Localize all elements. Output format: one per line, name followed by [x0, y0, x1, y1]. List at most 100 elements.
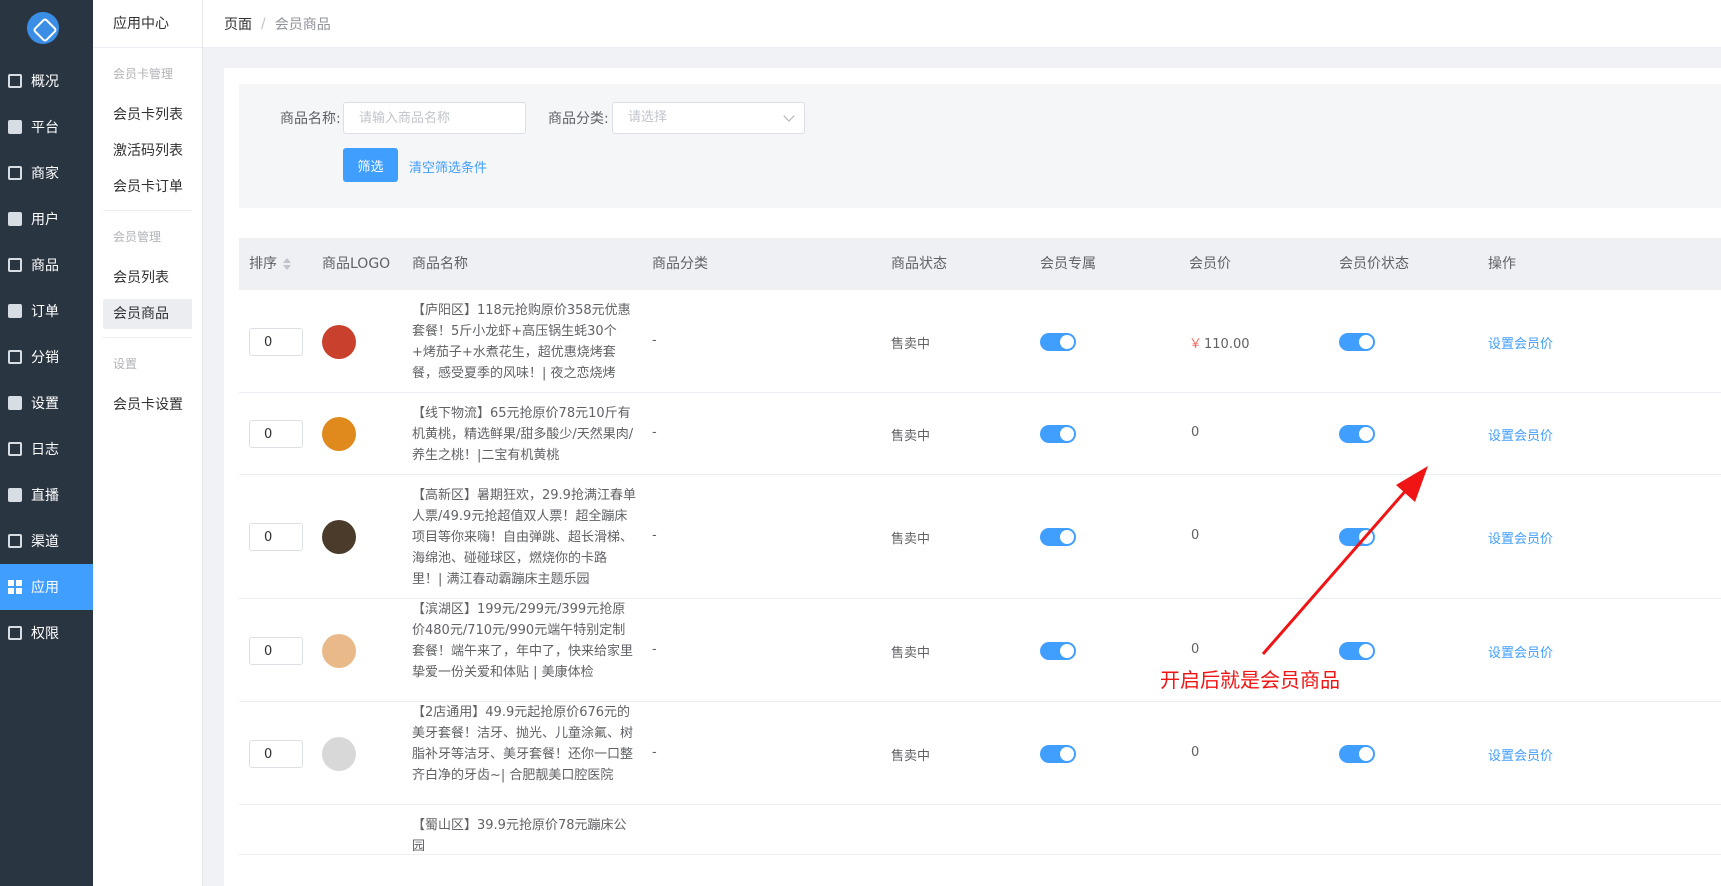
member-only-switch[interactable] [1040, 333, 1076, 351]
sub-nav-item-card-list[interactable]: 会员卡列表 [103, 100, 192, 130]
set-member-price-link[interactable]: 设置会员价 [1488, 425, 1553, 444]
nav-item-store[interactable]: 商家 [0, 150, 93, 196]
product-logo-image [322, 634, 356, 668]
product-logo-image [322, 737, 356, 771]
nav-item-apps[interactable]: 应用 [0, 564, 93, 610]
nav-item-chart[interactable]: 概况 [0, 58, 93, 104]
nav-item-log[interactable]: 日志 [0, 426, 93, 472]
product-category: - [652, 425, 657, 440]
member-price-value: 0 [1191, 528, 1200, 543]
nav-item-label: 订单 [31, 304, 59, 320]
nav-item-user[interactable]: 用户 [0, 196, 93, 242]
gear-icon [8, 396, 22, 410]
member-price-status-switch[interactable] [1339, 745, 1375, 763]
table-header: 排序 商品LOGO 商品名称 商品分类 商品状态 会员专属 会员价 会员价状态 … [239, 238, 1721, 290]
breadcrumb-separator: / [261, 15, 266, 32]
nav-item-label: 应用 [31, 580, 59, 596]
member-price: 0 [1189, 642, 1199, 657]
nav-item-label: 日志 [31, 442, 59, 458]
channel-icon [8, 534, 22, 548]
main-sidebar: 概况平台 商家用户商品订单分销设置日志直播渠道应用权限 [0, 0, 93, 886]
divider [103, 210, 192, 211]
nav-item-label: 用户 [31, 212, 59, 228]
set-member-price-link[interactable]: 设置会员价 [1488, 745, 1553, 764]
product-category: - [652, 745, 657, 760]
sub-nav-item-card-settings[interactable]: 会员卡设置 [103, 390, 192, 420]
group-member-label: 会员管理 [113, 230, 162, 244]
nav-item-order[interactable]: 订单 [0, 288, 93, 334]
nav-item-product[interactable]: 商品 [0, 242, 93, 288]
nav-item-label: 渠道 [31, 534, 59, 550]
nav-item-channel[interactable]: 渠道 [0, 518, 93, 564]
sort-order-input[interactable] [249, 637, 303, 665]
nav-item-distribution[interactable]: 分销 [0, 334, 93, 380]
product-name: 【高新区】暑期狂欢，29.9抢满江春单人票/49.9元抢超值双人票！超全蹦床项目… [412, 487, 636, 587]
set-member-price-link[interactable]: 设置会员价 [1488, 642, 1553, 661]
member-price: ￥ 110.00 [1189, 333, 1250, 352]
nav-item-lock[interactable]: 权限 [0, 610, 93, 656]
header-member-price-status: 会员价状态 [1339, 256, 1409, 272]
clear-filter-link[interactable]: 清空筛选条件 [409, 157, 487, 176]
order-icon [8, 304, 22, 318]
product-status: 售卖中 [891, 337, 931, 352]
sub-nav-item-member-goods[interactable]: 会员商品 [103, 299, 192, 329]
member-only-switch[interactable] [1040, 745, 1076, 763]
member-price: 0 [1189, 425, 1199, 440]
distribution-icon [8, 350, 22, 364]
product-name: 【2店通用】49.9元起抢原价676元的美牙套餐！洁牙、抛光、儿童涂氟、树脂补牙… [412, 704, 634, 783]
product-icon [8, 258, 22, 272]
product-category: - [652, 642, 657, 657]
sub-nav-item-card-orders[interactable]: 会员卡订单 [103, 172, 192, 202]
member-only-switch[interactable] [1040, 528, 1076, 546]
sort-icon[interactable] [283, 258, 291, 270]
app-logo-icon[interactable] [27, 12, 59, 44]
header-actions: 操作 [1488, 256, 1516, 272]
table-row: 【线下物流】65元抢原价78元10斤有机黄桃，精选鲜果/甜多酸少/天然果肉/养生… [239, 393, 1721, 475]
breadcrumb-current: 会员商品 [274, 16, 331, 33]
table-row: 【滨湖区】199元/299元/399元抢原价480元/710元/990元端午特别… [239, 599, 1721, 702]
sort-order-input[interactable] [249, 740, 303, 768]
main-nav-list: 概况平台 商家用户商品订单分销设置日志直播渠道应用权限 [0, 58, 93, 656]
category-filter-label: 商品分类: [548, 111, 609, 127]
sort-order-input[interactable] [249, 523, 303, 551]
lock-icon [8, 626, 22, 640]
sub-nav-item-activation-codes[interactable]: 激活码列表 [103, 136, 192, 166]
breadcrumb: 页面 / 会员商品 [203, 0, 1721, 48]
group-settings-label: 设置 [113, 357, 138, 371]
nav-item-live[interactable]: 直播 [0, 472, 93, 518]
member-price-status-switch[interactable] [1339, 642, 1375, 660]
group-membercard-label: 会员卡管理 [113, 67, 174, 81]
member-price-status-switch[interactable] [1339, 333, 1375, 351]
product-status: 售卖中 [891, 429, 931, 444]
category-select[interactable]: 请选择 [612, 102, 805, 134]
nav-item-label: 概况 [31, 74, 59, 90]
nav-item-monitor[interactable]: 平台 [0, 104, 93, 150]
nav-item-gear[interactable]: 设置 [0, 380, 93, 426]
sort-order-input[interactable] [249, 420, 303, 448]
sort-order-input[interactable] [249, 328, 303, 356]
set-member-price-link[interactable]: 设置会员价 [1488, 333, 1553, 352]
product-category: - [652, 333, 657, 348]
member-price-value: 0 [1191, 745, 1200, 760]
member-price-value: 0 [1191, 642, 1200, 657]
nav-item-label: 分销 [31, 350, 59, 366]
member-only-switch[interactable] [1040, 642, 1076, 660]
breadcrumb-root[interactable]: 页面 [224, 14, 252, 34]
member-price: 0 [1189, 528, 1199, 543]
member-only-switch[interactable] [1040, 425, 1076, 443]
filter-button[interactable]: 筛选 [343, 148, 398, 182]
sub-nav-item-member-list[interactable]: 会员列表 [103, 263, 192, 293]
set-member-price-link[interactable]: 设置会员价 [1488, 528, 1553, 547]
goods-table: 排序 商品LOGO 商品名称 商品分类 商品状态 会员专属 会员价 会员价状态 … [239, 238, 1721, 855]
member-price-status-switch[interactable] [1339, 528, 1375, 546]
member-price-status-switch[interactable] [1339, 425, 1375, 443]
product-name: 【线下物流】65元抢原价78元10斤有机黄桃，精选鲜果/甜多酸少/天然果肉/养生… [412, 405, 634, 463]
chart-icon [8, 74, 22, 88]
header-sort[interactable]: 排序 [249, 238, 291, 290]
product-status: 售卖中 [891, 646, 931, 661]
user-icon [8, 212, 22, 226]
product-status: 售卖中 [891, 749, 931, 764]
name-filter-input[interactable] [343, 102, 526, 134]
store-icon [8, 166, 22, 180]
table-row: 【高新区】暑期狂欢，29.9抢满江春单人票/49.9元抢超值双人票！超全蹦床项目… [239, 475, 1721, 599]
